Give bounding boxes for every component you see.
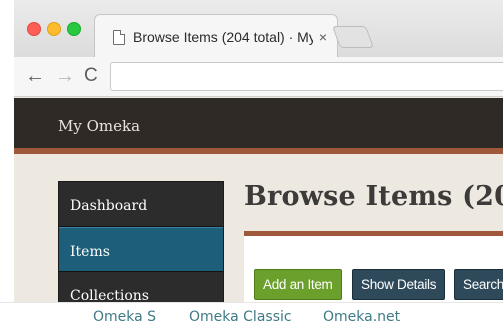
- reload-icon[interactable]: C: [84, 64, 98, 88]
- product-links: Omeka S Omeka Classic Omeka.net: [0, 302, 503, 331]
- link-omeka-classic[interactable]: Omeka Classic: [189, 309, 292, 325]
- browser-window: Browse Items (204 total) · My I × ← → C …: [14, 0, 503, 302]
- show-details-button[interactable]: Show Details: [352, 269, 446, 300]
- page-title: Browse Items (204 total): [244, 181, 503, 212]
- zoom-window-button[interactable]: [67, 22, 81, 36]
- sidebar-item-collections[interactable]: Collections: [59, 272, 223, 302]
- close-icon[interactable]: ×: [319, 29, 327, 45]
- minimize-window-button[interactable]: [47, 22, 61, 36]
- sidebar-item-dashboard[interactable]: Dashboard: [59, 182, 223, 227]
- close-window-button[interactable]: [27, 22, 41, 36]
- link-omeka-s[interactable]: Omeka S: [93, 309, 156, 325]
- link-omeka-net[interactable]: Omeka.net: [323, 309, 400, 325]
- sidebar-item-items[interactable]: Items: [59, 227, 223, 272]
- browser-tab[interactable]: Browse Items (204 total) · My I ×: [94, 14, 338, 57]
- site-title[interactable]: My Omeka: [58, 117, 140, 135]
- tab-strip: Browse Items (204 total) · My I ×: [14, 0, 503, 57]
- browser-toolbar: ← → C: [14, 57, 503, 97]
- new-tab-button[interactable]: [331, 26, 375, 48]
- document-icon: [113, 29, 125, 45]
- back-arrow-icon[interactable]: ←: [25, 64, 45, 88]
- address-bar[interactable]: [110, 62, 503, 91]
- forward-arrow-icon[interactable]: →: [55, 64, 75, 88]
- items-panel: Add an Item Show Details Search: [244, 231, 503, 302]
- admin-sidebar: Dashboard Items Collections: [58, 181, 224, 302]
- tab-title: Browse Items (204 total) · My I: [133, 29, 313, 45]
- search-button[interactable]: Search: [454, 269, 503, 300]
- add-item-button[interactable]: Add an Item: [254, 269, 342, 300]
- site-header: My Omeka: [14, 98, 503, 154]
